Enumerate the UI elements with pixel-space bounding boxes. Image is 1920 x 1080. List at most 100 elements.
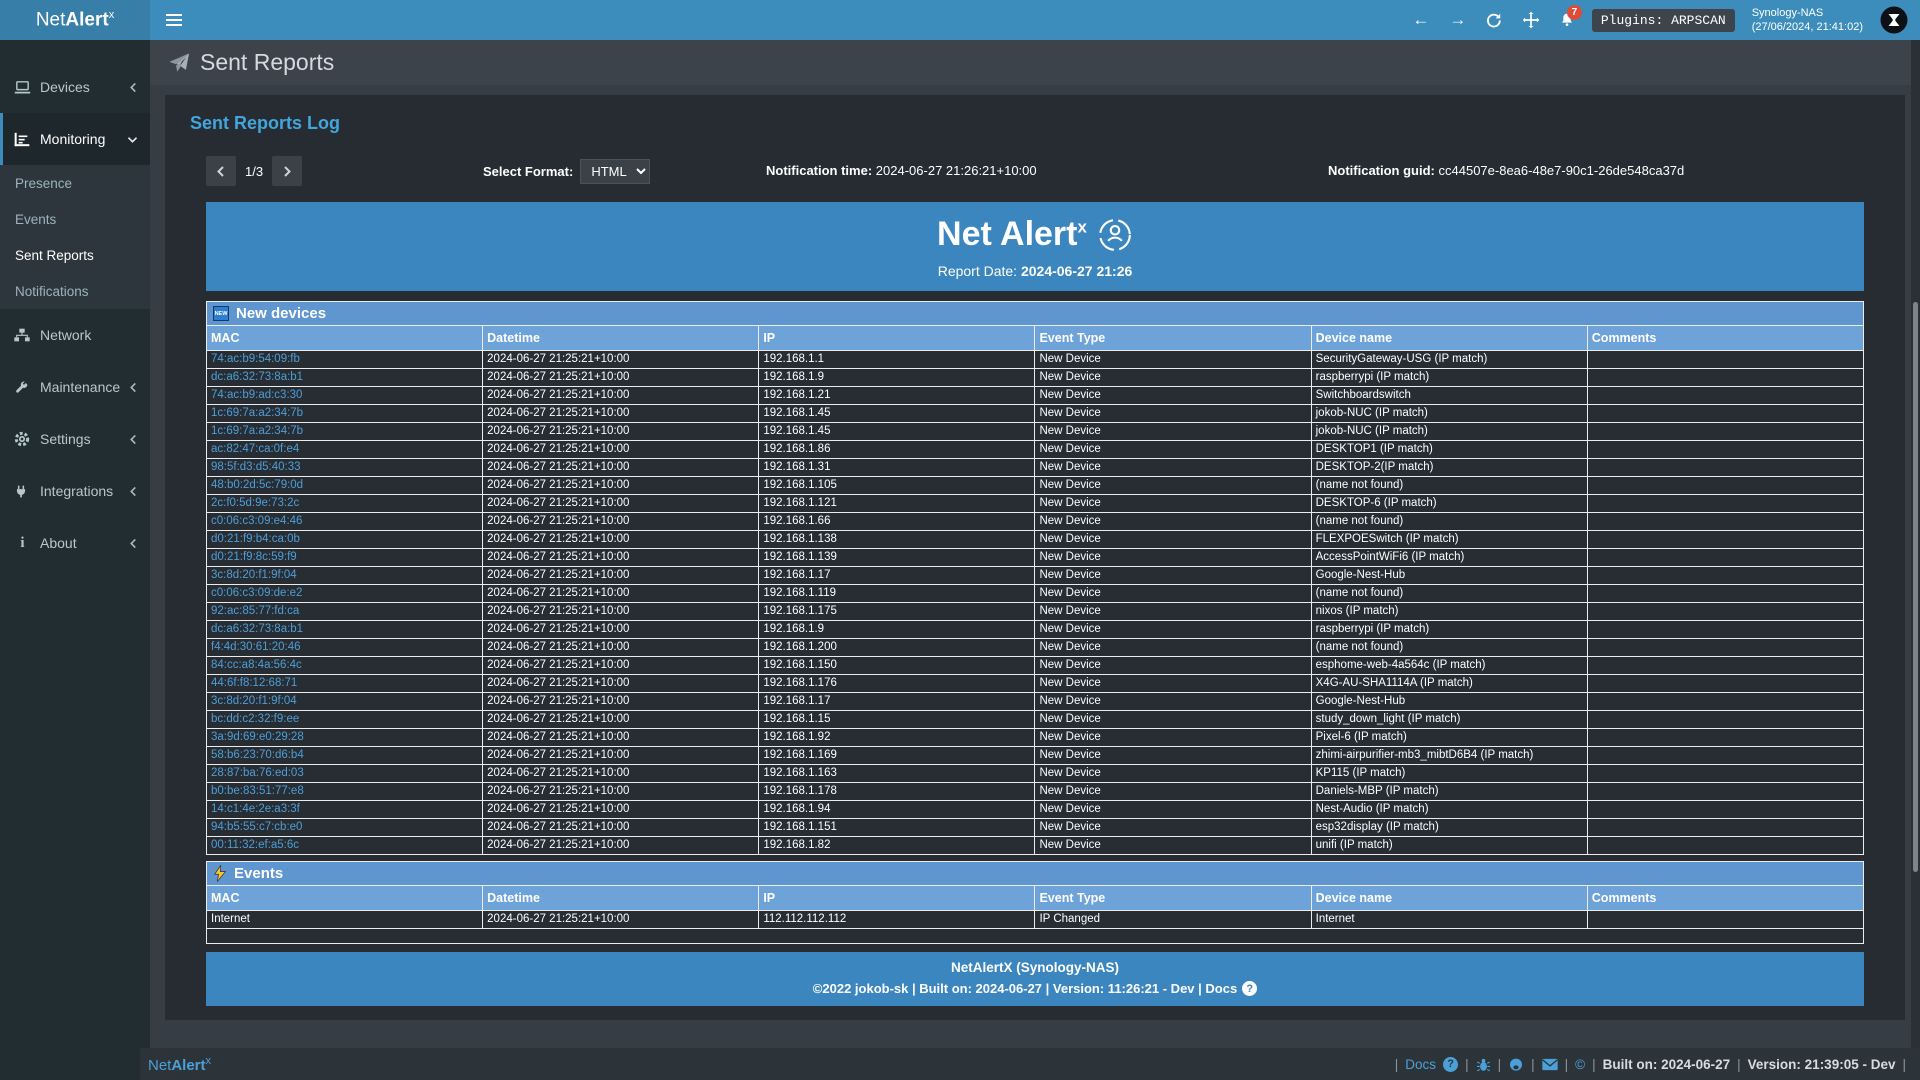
- mac-link[interactable]: 84:cc:a8:4a:56:4c: [211, 659, 302, 671]
- mac-link[interactable]: dc:a6:32:73:8a:b1: [211, 623, 303, 635]
- mac-cell[interactable]: 2c:f0:5d:9e:73:2c: [207, 495, 483, 513]
- question-circle-icon[interactable]: ?: [1242, 981, 1257, 996]
- refresh-icon[interactable]: [1485, 12, 1505, 29]
- mac-link[interactable]: 28:87:ba:76:ed:03: [211, 767, 304, 779]
- mac-link[interactable]: bc:dd:c2:32:f9:ee: [211, 713, 299, 725]
- mac-cell[interactable]: d0:21:f9:8c:59:f9: [207, 549, 483, 567]
- mac-link[interactable]: 3c:8d:20:f1:9f:04: [211, 569, 297, 581]
- docs-link[interactable]: Docs: [1405, 1057, 1436, 1072]
- mac-link[interactable]: d0:21:f9:8c:59:f9: [211, 551, 297, 563]
- mac-link[interactable]: c0:06:c3:09:e4:46: [211, 515, 302, 527]
- mac-link[interactable]: 14:c1:4e:2e:a3:3f: [211, 803, 300, 815]
- datetime-cell: 2024-06-27 21:25:21+10:00: [483, 351, 759, 369]
- mac-link[interactable]: 1c:69:7a:a2:34:7b: [211, 425, 303, 437]
- plugins-status-badge[interactable]: Plugins: ARPSCAN: [1592, 9, 1735, 32]
- mac-cell[interactable]: 28:87:ba:76:ed:03: [207, 765, 483, 783]
- mac-link[interactable]: dc:a6:32:73:8a:b1: [211, 371, 303, 383]
- sidebar-item-devices[interactable]: Devices: [0, 61, 150, 113]
- comments-cell: [1587, 459, 1863, 477]
- notifications-bell[interactable]: 7: [1559, 11, 1575, 29]
- back-arrow-icon[interactable]: ←: [1411, 0, 1431, 40]
- page-scrollbar[interactable]: [1911, 40, 1920, 1048]
- mac-link[interactable]: 92:ac:85:77:fd:ca: [211, 605, 299, 617]
- sidebar-item-settings[interactable]: Settings: [0, 413, 150, 465]
- mac-link[interactable]: 3c:8d:20:f1:9f:04: [211, 695, 297, 707]
- sidebar-item-maintenance[interactable]: Maintenance: [0, 361, 150, 413]
- mac-link[interactable]: 2c:f0:5d:9e:73:2c: [211, 497, 299, 509]
- sidebar-item-label: Integrations: [40, 483, 120, 499]
- mac-link[interactable]: 94:b5:55:c7:cb:e0: [211, 821, 302, 833]
- scrollbar-thumb[interactable]: [1913, 302, 1918, 872]
- sidebar-item-events[interactable]: Events: [0, 201, 150, 237]
- mac-link[interactable]: 98:5f:d3:d5:40:33: [211, 461, 301, 473]
- mac-link[interactable]: 1c:69:7a:a2:34:7b: [211, 407, 303, 419]
- mac-link[interactable]: c0:06:c3:09:de:e2: [211, 587, 302, 599]
- github-icon[interactable]: [1508, 1056, 1524, 1072]
- format-select[interactable]: HTML: [580, 159, 650, 184]
- mac-cell[interactable]: 84:cc:a8:4a:56:4c: [207, 657, 483, 675]
- footer-version: Version: 21:39:05 - Dev: [1748, 1057, 1896, 1072]
- mac-link[interactable]: b0:be:83:51:77:e8: [211, 785, 304, 797]
- envelope-icon[interactable]: [1542, 1058, 1558, 1071]
- mac-cell[interactable]: 3c:8d:20:f1:9f:04: [207, 693, 483, 711]
- forward-arrow-icon[interactable]: →: [1448, 0, 1468, 40]
- mac-cell[interactable]: 1c:69:7a:a2:34:7b: [207, 423, 483, 441]
- mac-link[interactable]: 3a:9d:69:e0:29:28: [211, 731, 304, 743]
- sidebar-item-integrations[interactable]: Integrations: [0, 465, 150, 517]
- mac-cell[interactable]: 74:ac:b9:ad:c3:30: [207, 387, 483, 405]
- mac-cell[interactable]: 48:b0:2d:5c:79:0d: [207, 477, 483, 495]
- sidebar-item-sent-reports[interactable]: Sent Reports: [0, 237, 150, 273]
- mac-cell[interactable]: 44:6f:f8:12:68:71: [207, 675, 483, 693]
- mac-cell[interactable]: c0:06:c3:09:de:e2: [207, 585, 483, 603]
- mac-link[interactable]: 00:11:32:ef:a5:6c: [211, 839, 299, 851]
- mac-link[interactable]: 74:ac:b9:54:09:fb: [211, 353, 300, 365]
- mac-link[interactable]: ac:82:47:ca:0f:e4: [211, 443, 299, 455]
- mac-cell[interactable]: 3a:9d:69:e0:29:28: [207, 729, 483, 747]
- column-header: IP: [759, 886, 1035, 911]
- mac-cell[interactable]: 58:b6:23:70:d6:b4: [207, 747, 483, 765]
- device-name-cell: Google-Nest-Hub: [1311, 693, 1587, 711]
- mac-cell[interactable]: ac:82:47:ca:0f:e4: [207, 441, 483, 459]
- mac-cell[interactable]: 94:b5:55:c7:cb:e0: [207, 819, 483, 837]
- footer-brand[interactable]: NetAlertx: [148, 1055, 211, 1074]
- mac-link[interactable]: f4:4d:30:61:20:46: [211, 641, 301, 653]
- mac-link[interactable]: 48:b0:2d:5c:79:0d: [211, 479, 303, 491]
- mac-cell[interactable]: 00:11:32:ef:a5:6c: [207, 837, 483, 855]
- bug-icon[interactable]: [1476, 1057, 1491, 1072]
- next-page-button[interactable]: [272, 156, 302, 186]
- mac-cell[interactable]: f4:4d:30:61:20:46: [207, 639, 483, 657]
- mac-cell[interactable]: d0:21:f9:b4:ca:0b: [207, 531, 483, 549]
- mac-cell[interactable]: b0:be:83:51:77:e8: [207, 783, 483, 801]
- copyright-symbol[interactable]: ©: [1575, 1057, 1585, 1072]
- device-name-cell: (name not found): [1311, 639, 1587, 657]
- mac-link[interactable]: 44:6f:f8:12:68:71: [211, 677, 297, 689]
- move-icon[interactable]: [1522, 11, 1542, 29]
- question-circle-icon[interactable]: ?: [1443, 1057, 1458, 1072]
- device-name-cell: unifi (IP match): [1311, 837, 1587, 855]
- sidebar-item-notifications[interactable]: Notifications: [0, 273, 150, 309]
- mac-cell[interactable]: 1c:69:7a:a2:34:7b: [207, 405, 483, 423]
- mac-cell[interactable]: dc:a6:32:73:8a:b1: [207, 621, 483, 639]
- mac-cell[interactable]: 3c:8d:20:f1:9f:04: [207, 567, 483, 585]
- sidebar-item-network[interactable]: Network: [0, 309, 150, 361]
- device-name-cell: jokob-NUC (IP match): [1311, 423, 1587, 441]
- sidebar-item-about[interactable]: i About: [0, 517, 150, 569]
- sidebar-item-monitoring[interactable]: Monitoring: [0, 113, 150, 165]
- info-icon: i: [14, 535, 31, 552]
- mac-cell[interactable]: c0:06:c3:09:e4:46: [207, 513, 483, 531]
- mac-cell[interactable]: bc:dd:c2:32:f9:ee: [207, 711, 483, 729]
- sidebar-toggle-button[interactable]: [150, 0, 198, 40]
- user-avatar[interactable]: [1880, 6, 1908, 34]
- mac-cell[interactable]: 14:c1:4e:2e:a3:3f: [207, 801, 483, 819]
- table-row: dc:a6:32:73:8a:b12024-06-27 21:25:21+10:…: [207, 369, 1864, 387]
- mac-cell[interactable]: 74:ac:b9:54:09:fb: [207, 351, 483, 369]
- mac-cell[interactable]: 92:ac:85:77:fd:ca: [207, 603, 483, 621]
- mac-link[interactable]: 74:ac:b9:ad:c3:30: [211, 389, 302, 401]
- prev-page-button[interactable]: [206, 156, 236, 186]
- mac-link[interactable]: d0:21:f9:b4:ca:0b: [211, 533, 300, 545]
- mac-link[interactable]: 58:b6:23:70:d6:b4: [211, 749, 304, 761]
- sidebar-item-presence[interactable]: Presence: [0, 165, 150, 201]
- mac-cell[interactable]: dc:a6:32:73:8a:b1: [207, 369, 483, 387]
- mac-cell[interactable]: 98:5f:d3:d5:40:33: [207, 459, 483, 477]
- app-logo[interactable]: NetAlertx: [0, 0, 150, 40]
